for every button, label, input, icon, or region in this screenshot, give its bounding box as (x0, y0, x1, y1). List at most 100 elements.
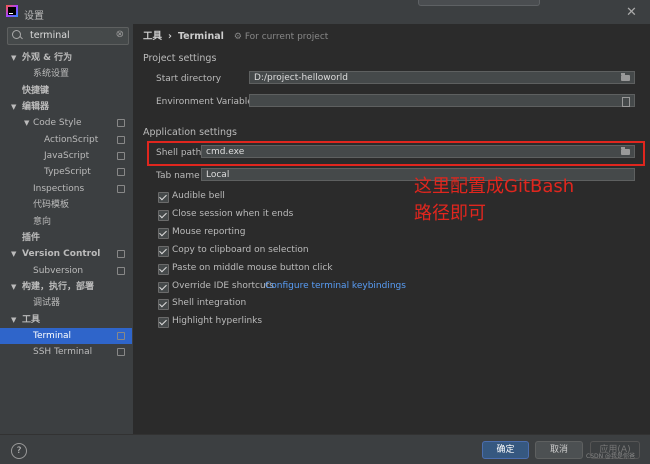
folder-icon[interactable] (621, 147, 630, 155)
checkbox[interactable] (158, 281, 169, 293)
tree-item-label: SSH Terminal (33, 347, 93, 358)
tree-item-label: 工具 (22, 314, 41, 325)
checkbox-label[interactable]: Close session when it ends (172, 209, 293, 219)
expand-arrow-icon[interactable]: ▼ (11, 279, 16, 295)
tree-item-label: ActionScript (44, 134, 99, 145)
checkbox-label[interactable]: Override IDE shortcuts (172, 281, 274, 291)
folder-icon[interactable] (621, 73, 630, 81)
project-level-icon (117, 331, 125, 340)
tree-item-label: Inspections (33, 183, 85, 194)
tree-item[interactable]: JavaScript (0, 148, 132, 164)
checkbox[interactable] (158, 317, 169, 329)
tree-item[interactable]: 代码模板 (0, 197, 132, 213)
tree-item-label: Terminal (33, 330, 72, 341)
project-level-icon (117, 119, 125, 128)
tree-item-label: Code Style (33, 118, 82, 129)
close-icon[interactable]: ✕ (626, 5, 637, 20)
project-level-icon (117, 348, 125, 357)
annotation-line-1: 这里配置成GitBash (414, 176, 575, 197)
tree-item-label: 构建，执行，部署 (22, 281, 95, 292)
ok-button[interactable]: 确定 (482, 441, 529, 459)
tree-item-label: JavaScript (44, 151, 90, 162)
tree-item[interactable]: Subversion (0, 263, 132, 279)
expand-arrow-icon[interactable]: ▼ (11, 50, 16, 66)
tree-item[interactable]: SSH Terminal (0, 344, 132, 360)
tab-name-label: Tab name (156, 171, 200, 181)
keybindings-link[interactable]: Configure terminal keybindings (265, 281, 406, 291)
search-icon (12, 30, 21, 39)
app-settings-heading: Application settings (143, 127, 237, 138)
checkbox-label[interactable]: Shell integration (172, 298, 246, 308)
search-value: terminal (30, 30, 70, 41)
checkbox[interactable] (158, 209, 169, 221)
tree-item[interactable]: 意向 (0, 214, 132, 230)
checkbox[interactable] (158, 263, 169, 275)
env-vars-field[interactable] (249, 94, 635, 107)
checkbox-label[interactable]: Paste on middle mouse button click (172, 263, 333, 273)
checkbox-label[interactable]: Copy to clipboard on selection (172, 245, 309, 255)
tree-item-label: 外观 & 行为 (22, 53, 73, 63)
project-level-icon (117, 152, 125, 161)
tree-item[interactable]: ▼ 工具 (0, 312, 132, 328)
expand-arrow-icon[interactable]: ▼ (11, 99, 16, 115)
tree-item-label: 编辑器 (22, 102, 50, 113)
tree-item[interactable]: ActionScript (0, 132, 132, 148)
clear-search-icon[interactable]: ⊗ (116, 29, 124, 40)
breadcrumb-current: Terminal (177, 31, 224, 42)
tree-item[interactable]: 快捷键 (0, 83, 132, 99)
checkbox-label[interactable]: Audible bell (172, 191, 225, 201)
search-input[interactable]: terminal ⊗ (7, 27, 129, 45)
tab-name-value: Local (206, 170, 230, 180)
expand-arrow-icon[interactable]: ▼ (11, 246, 16, 262)
edit-env-icon[interactable] (622, 97, 630, 107)
expand-arrow-icon[interactable]: ▼ (11, 312, 16, 328)
tree-item[interactable]: TypeScript (0, 164, 132, 180)
tree-item-label: 代码模板 (33, 200, 70, 211)
checkbox-label[interactable]: Highlight hyperlinks (172, 316, 262, 326)
project-level-icon (117, 168, 125, 177)
run-config-strip[interactable] (418, 0, 540, 6)
tree-item-label: Subversion (33, 265, 84, 276)
tree-item-label: 插件 (22, 232, 41, 243)
tree-item-label: 意向 (33, 216, 52, 227)
tree-item[interactable]: ▼ Version Control (0, 246, 132, 262)
tree-item[interactable]: ▼ 外观 & 行为 (0, 50, 132, 66)
checkbox-label[interactable]: Mouse reporting (172, 227, 245, 237)
shell-path-label: Shell path (156, 148, 202, 158)
project-level-icon (117, 266, 125, 275)
annotation-note: 这里配置成GitBash 路径即可 (414, 173, 574, 227)
checkbox[interactable] (158, 299, 169, 311)
annotation-line-2: 路径即可 (414, 203, 486, 224)
project-settings-heading: Project settings (143, 53, 217, 64)
tree-item-label: 快捷键 (22, 85, 50, 96)
app-logo-icon (6, 5, 18, 17)
checkbox[interactable] (158, 227, 169, 239)
tree-item[interactable]: 插件 (0, 230, 132, 246)
tree-item[interactable]: ▼ 编辑器 (0, 99, 132, 115)
scope-note: ⚙ For current project (234, 32, 328, 42)
project-level-icon (117, 184, 125, 193)
shell-path-field[interactable]: cmd.exe (201, 145, 635, 158)
watermark: CSDN @我是你爸 (586, 453, 636, 460)
tree-item[interactable]: Terminal (0, 327, 132, 344)
start-directory-field[interactable]: D:/project-helloworld (249, 71, 635, 84)
tree-item[interactable]: Inspections (0, 181, 132, 197)
cancel-button[interactable]: 取消 (535, 441, 583, 459)
checkbox[interactable] (158, 192, 169, 203)
tree-item[interactable]: ▼ Code Style (0, 115, 132, 131)
env-vars-label: Environment Variables (156, 97, 258, 107)
tree-item-label: 调试器 (33, 298, 61, 309)
breadcrumb-parent: 工具 (143, 31, 163, 42)
tree-item[interactable]: 系统设置 (0, 66, 132, 82)
tree-item[interactable]: ▼ 构建，执行，部署 (0, 279, 132, 295)
tree-item[interactable]: 调试器 (0, 295, 132, 311)
tree-item-label: 系统设置 (33, 69, 70, 80)
breadcrumb-separator: › (168, 31, 172, 42)
start-directory-label: Start directory (156, 74, 222, 84)
expand-arrow-icon[interactable]: ▼ (24, 115, 29, 131)
help-button[interactable]: ? (11, 443, 27, 459)
title-bar (0, 0, 650, 24)
start-directory-value: D:/project-helloworld (254, 73, 349, 83)
tree-item-label: TypeScript (44, 167, 91, 178)
checkbox[interactable] (158, 245, 169, 257)
